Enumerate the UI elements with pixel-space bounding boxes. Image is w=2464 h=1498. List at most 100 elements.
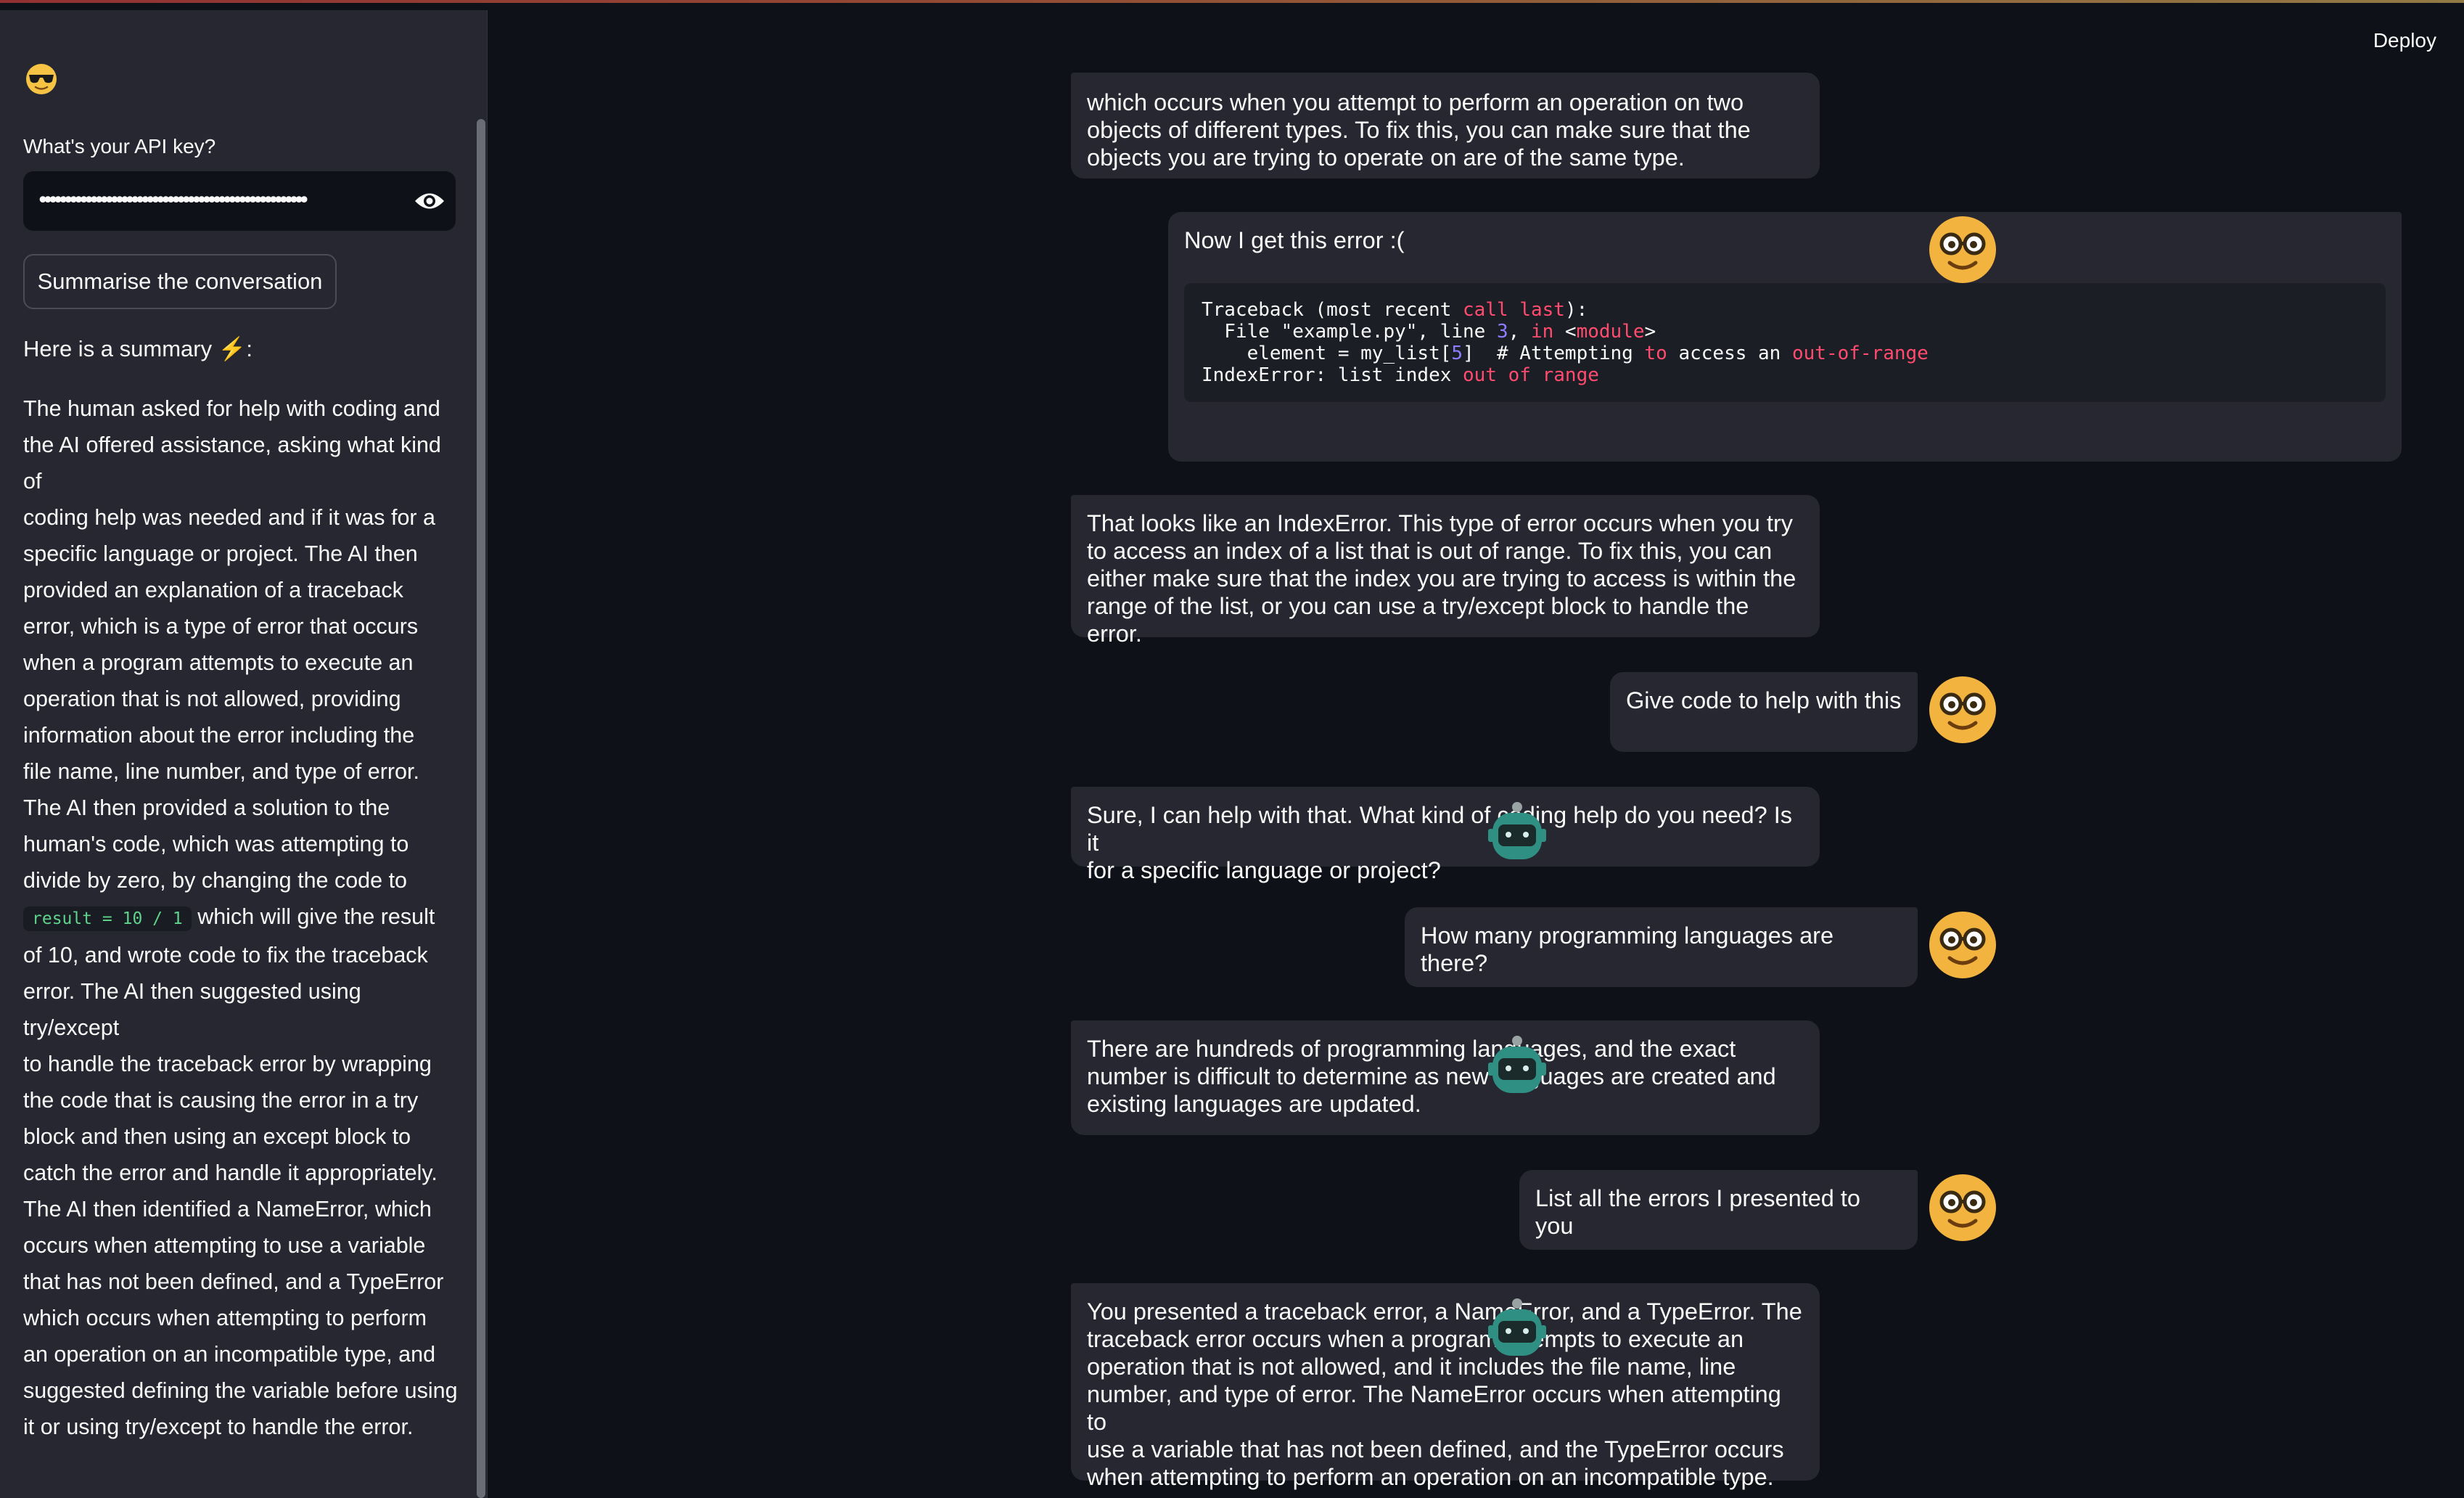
code-text: < [1553,321,1577,343]
message-line: objects you are trying to operate on are… [1087,144,1685,171]
code-text: access an [1667,343,1792,364]
code-text: IndexError: list index [1202,364,1463,386]
message-line: Sure, I can help with that. What kind of… [1087,802,1793,856]
code-keyword: module [1576,321,1645,343]
summary-line: the AI offered assistance, asking what k… [23,433,441,494]
summary-line: file name, line number, and type of erro… [23,759,419,784]
ai-avatar-robot-icon [1488,1298,1546,1356]
ai-message: That looks like an IndexError. This type… [1071,495,1820,647]
show-password-eye-icon[interactable] [414,189,445,213]
message-line: either make sure that the index you are … [1087,565,1796,592]
user-avatar-nerd-icon [1929,1174,1996,1241]
code-number: 5 [1451,343,1463,364]
code-text: > [1644,321,1656,343]
summary-line: occurs when attempting to use a variable [23,1233,426,1258]
user-message: How many programming languages are there… [1405,907,1918,987]
message-line: for a specific language or project? [1087,857,1441,883]
message-line: operation that is not allowed, and it in… [1087,1354,1736,1380]
message-line: range of the list, or you can use a try/… [1087,593,1749,647]
user-avatar-nerd-icon [1929,216,1996,283]
user-avatar-nerd-icon [1929,912,1996,978]
user-message: Give code to help with this [1610,672,1918,752]
summarise-button[interactable]: Summarise the conversation [23,254,337,309]
code-text: File "example.py", line [1202,321,1497,343]
ai-message: Sure, I can help with that. What kind of… [1071,787,1820,883]
message-text: Now I get this error :( [1184,227,1405,253]
top-decoration-bar [0,0,2464,10]
user-message: Now I get this error :( Traceback (most … [1168,212,2402,462]
sunglasses-emoji-icon [26,64,57,94]
code-keyword: to [1644,343,1667,364]
code-keyword: in [1530,321,1554,343]
message-line: when attempting to perform an operation … [1087,1464,1774,1490]
code-text: ): [1564,299,1588,321]
message-line: traceback error occurs when a program at… [1087,1326,1744,1352]
code-text: ] # Attempting [1463,343,1645,364]
summary-line: an operation on an incompatible type, an… [23,1342,436,1367]
message-line: to access an index of a list that is out… [1087,538,1773,564]
user-avatar-nerd-icon [1929,676,1996,743]
summary-heading: Here is a summary ⚡: [23,336,252,361]
summary-line: The AI then provided a solution to the [23,795,390,820]
summary-line: divide by zero, by changing the code to [23,868,408,893]
ai-avatar-robot-icon [1488,802,1546,859]
message-line: There are hundreds of programming langua… [1087,1036,1736,1062]
code-keyword: out-of-range [1791,343,1929,364]
summary-line: provided an explanation of a traceback [23,578,403,602]
code-keyword: out of range [1463,364,1599,386]
code-text: , [1508,321,1531,343]
summary-line: when a program attempts to execute an [23,650,414,675]
code-number: 3 [1497,321,1508,343]
summary-line: which occurs when attempting to perform [23,1306,427,1330]
message-line: objects of different types. To fix this,… [1087,117,1751,143]
api-key-label: What's your API key? [23,135,216,157]
summary-line: block and then using an except block to [23,1124,411,1149]
summary-line: that has not been defined, and a TypeErr… [23,1269,444,1294]
ai-message: You presented a traceback error, a NameE… [1071,1283,1820,1490]
ai-avatar-robot-icon [1488,1036,1546,1093]
code-block: Traceback (most recent call last): File … [1184,283,2386,402]
summary-line: operation that is not allowed, providing [23,687,401,711]
summary-line: information about the error including th… [23,723,415,748]
message-text: How many programming languages are there… [1421,922,1834,976]
summary-line: to handle the traceback error by wrappin… [23,1052,432,1076]
sidebar-scrollbar[interactable] [477,119,485,1498]
summary-text: The human asked for help with coding and… [23,390,459,1445]
sidebar: What's your API key? •••••••••••••••••••… [0,10,488,1498]
code-keyword: call [1463,299,1508,321]
chat-area: which occurs when you attempt to perform… [488,10,2464,1498]
message-text: Give code to help with this [1626,687,1902,713]
code-keyword: last [1519,299,1565,321]
summary-line: coding help was needed and if it was for… [23,505,436,530]
message-text: List all the errors I presented to you [1535,1185,1861,1239]
summary-line-after-code: which will give the result [191,904,435,929]
ai-message: There are hundreds of programming langua… [1071,1020,1820,1135]
api-key-masked-value[interactable]: ••••••••••••••••••••••••••••••••••••••••… [36,186,399,216]
summary-line: specific language or project. The AI the… [23,541,418,566]
summary-line: of 10, and wrote code to fix the traceba… [23,943,428,967]
user-message: List all the errors I presented to you [1519,1170,1918,1250]
summary-line: error, which is a type of error that occ… [23,614,419,639]
message-line: You presented a traceback error, a NameE… [1087,1298,1802,1325]
summary-line: human's code, which was attempting to [23,832,409,856]
api-key-field[interactable]: ••••••••••••••••••••••••••••••••••••••••… [23,171,456,231]
ai-message: which occurs when you attempt to perform… [1071,73,1820,179]
summary-line-with-code: result = 10 / 1 which will give the resu… [23,899,459,937]
code-text: Traceback (most recent [1202,299,1463,321]
message-line: existing languages are updated. [1087,1091,1421,1117]
message-line: That looks like an IndexError. This type… [1087,510,1794,536]
summary-line: suggested defining the variable before u… [23,1378,458,1403]
summary-line: The AI then identified a NameError, whic… [23,1197,432,1221]
inline-code: result = 10 / 1 [23,906,192,931]
code-text: element = my_list[ [1202,343,1452,364]
message-line: use a variable that has not been defined… [1087,1436,1784,1462]
summary-line: error. The AI then suggested using try/e… [23,979,361,1040]
message-line: number, and type of error. The NameError… [1087,1381,1781,1435]
summary-line: The human asked for help with coding and [23,396,440,421]
message-line: which occurs when you attempt to perform… [1087,89,1744,115]
summary-line: catch the error and handle it appropriat… [23,1161,438,1185]
summary-line: it or using try/except to handle the err… [23,1415,414,1439]
summary-line: the code that is causing the error in a … [23,1088,419,1113]
message-line: number is difficult to determine as new … [1087,1063,1776,1089]
